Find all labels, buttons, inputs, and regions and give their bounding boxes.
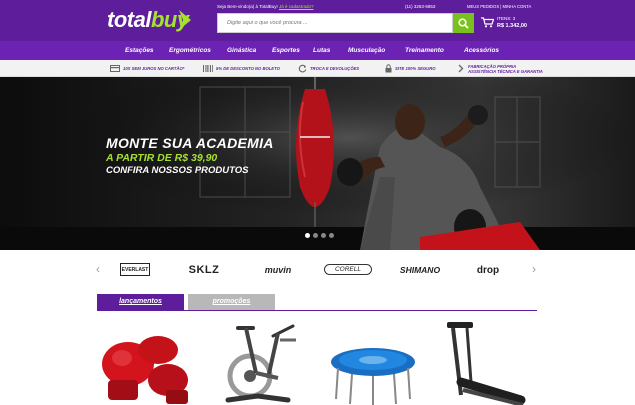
benefit-text-line2: ASSISTÊNCIA TÉCNICA E GARANTIA <box>468 68 543 74</box>
benefit-text: SITE 100% SEGURO <box>395 66 436 71</box>
nav-item-ergometricos[interactable]: Ergométricos <box>169 41 211 60</box>
main-nav: Estações Ergométricos Ginástica Esportes… <box>0 41 635 60</box>
chevron-icon <box>458 64 464 73</box>
banner-image <box>0 77 635 250</box>
brand-corell[interactable]: CORELL <box>324 264 372 275</box>
product-spinning-bike[interactable] <box>218 318 300 405</box>
product-treadmill[interactable] <box>443 320 527 405</box>
nav-item-acessorios[interactable]: Acessórios <box>464 41 499 60</box>
account-links[interactable]: MEUS PEDIDOS | MINHA CONTA <box>467 4 531 9</box>
cart-items[interactable]: ITENS: 3 <box>497 16 515 21</box>
logo[interactable]: totalbuy <box>107 6 191 34</box>
phone-number: (11) 3263-5853 <box>405 4 436 9</box>
benefit-text: 5% DE DESCONTO NO BOLETO <box>216 66 280 71</box>
brand-everlast[interactable]: EVERLAST <box>120 263 150 276</box>
logo-total: total <box>107 7 151 32</box>
benefit-text: 10X SEM JUROS NO CARTÃO* <box>123 66 185 71</box>
product-mini-trampoline[interactable] <box>330 344 416 405</box>
benefit-installments: 10X SEM JUROS NO CARTÃO* <box>110 60 184 77</box>
card-icon <box>110 65 120 72</box>
refresh-icon <box>298 64 307 73</box>
nav-item-estacoes[interactable]: Estações <box>125 41 154 60</box>
slider-dot[interactable] <box>321 233 326 238</box>
brand-shimano[interactable]: SHIMANO <box>392 262 448 278</box>
cart-total[interactable]: R$ 1.342,00 <box>497 23 527 29</box>
slider-dot[interactable] <box>305 233 310 238</box>
barcode-icon <box>203 65 213 72</box>
nav-item-musculacao[interactable]: Musculação <box>348 41 385 60</box>
benefit-text: TROCA E DEVOLUÇÕES <box>310 66 360 71</box>
nav-item-esportes[interactable]: Esportes <box>272 41 300 60</box>
nav-item-ginastica[interactable]: Ginástica <box>227 41 256 60</box>
brand-muvin[interactable]: muvin <box>258 262 298 278</box>
lock-icon <box>385 64 392 73</box>
banner-price: A PARTIR DE R$ 39,90 <box>106 152 218 164</box>
chevron-right-icon[interactable]: › <box>532 262 536 276</box>
benefit-security: SITE 100% SEGURO <box>385 60 436 77</box>
tab-launches[interactable]: lançamentos <box>97 294 184 310</box>
welcome-text: Seja Bem-vindo(a) à TotalBuy! Já é cadas… <box>217 4 314 9</box>
benefit-manufacturing: FABRICAÇÃO PRÓPRIA ASSISTÊNCIA TÉCNICA E … <box>458 60 543 77</box>
nav-item-lutas[interactable]: Lutas <box>313 41 330 60</box>
brand-sklz[interactable]: SKLZ <box>180 262 228 278</box>
chevron-left-icon[interactable]: ‹ <box>96 262 100 276</box>
tab-divider <box>97 310 537 311</box>
search-input[interactable] <box>218 14 454 32</box>
header: totalbuy Seja Bem-vindo(a) à TotalBuy! J… <box>0 0 635 41</box>
nav-item-treinamento[interactable]: Treinamento <box>405 41 444 60</box>
search-button[interactable] <box>453 13 474 33</box>
banner-title: MONTE SUA ACADEMIA <box>106 135 274 151</box>
benefits-bar: 10X SEM JUROS NO CARTÃO* 5% DE DESCONTO … <box>0 60 635 77</box>
brand-drop[interactable]: drop <box>468 262 508 278</box>
login-link[interactable]: Já é cadastrado? <box>279 4 314 9</box>
benefit-discount: 5% DE DESCONTO NO BOLETO <box>203 60 280 77</box>
search-box <box>217 13 454 33</box>
benefit-returns: TROCA E DEVOLUÇÕES <box>298 60 359 77</box>
banner-cta[interactable]: CONFIRA NOSSOS PRODUTOS <box>106 165 249 176</box>
tab-promotions[interactable]: promoções <box>188 294 275 310</box>
search-icon <box>458 18 469 29</box>
slider-dot[interactable] <box>329 233 334 238</box>
slider-dot[interactable] <box>313 233 318 238</box>
hero-banner[interactable]: MONTE SUA ACADEMIA A PARTIR DE R$ 39,90 … <box>0 77 635 250</box>
logo-swoosh-icon <box>179 10 191 30</box>
product-boxing-gloves[interactable] <box>98 332 193 405</box>
cart-icon[interactable] <box>481 17 494 28</box>
